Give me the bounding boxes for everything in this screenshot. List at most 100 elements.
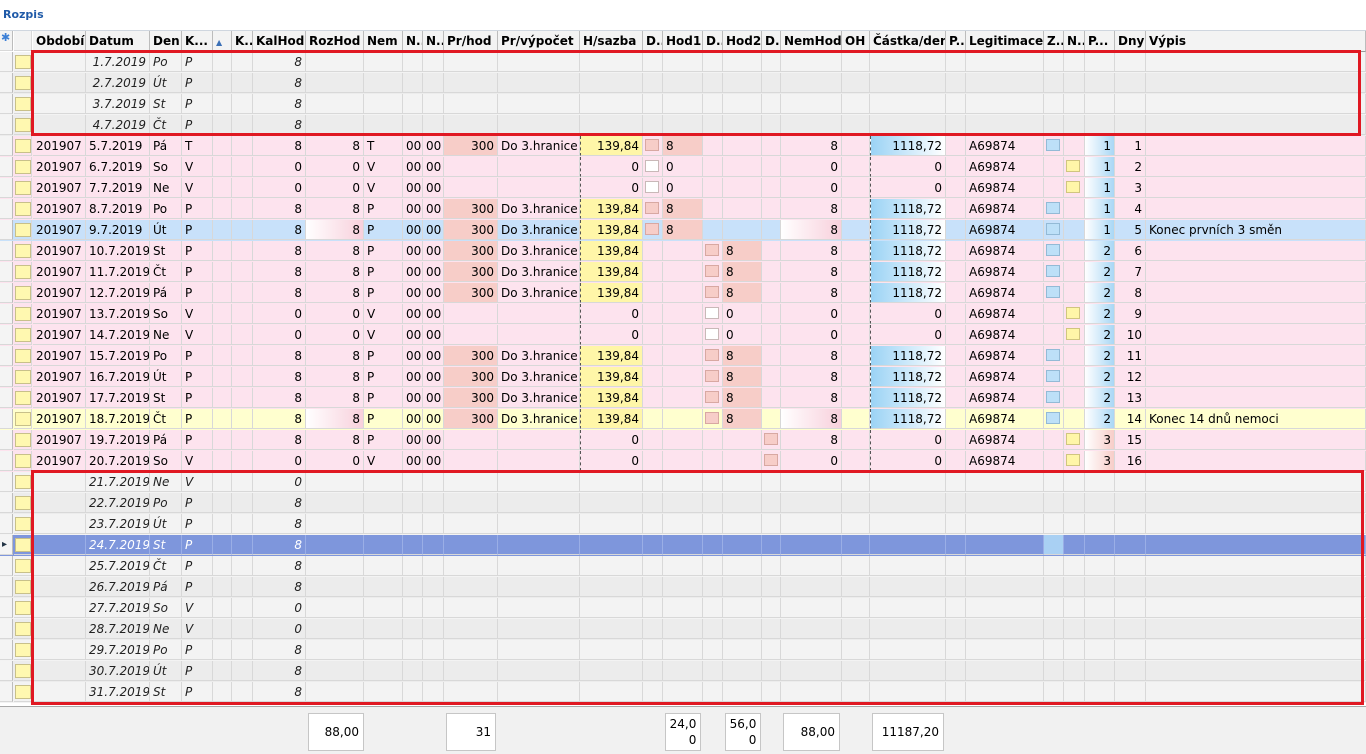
cell-hsazba[interactable]: 139,84 <box>580 241 643 261</box>
row-checkbox[interactable] <box>14 409 32 429</box>
cell-den[interactable]: Po <box>150 493 182 513</box>
cell-z[interactable] <box>1044 220 1064 240</box>
cell-n3[interactable] <box>1064 451 1085 471</box>
cell-legitimace[interactable]: A69874 <box>966 241 1044 261</box>
cell-empty-26[interactable] <box>1085 619 1115 639</box>
column-header-16[interactable]: D.. <box>703 31 723 52</box>
cell-empty-18[interactable] <box>762 52 781 72</box>
cell-nemhod[interactable]: 8 <box>781 346 842 366</box>
cell-empty-11[interactable] <box>444 73 498 93</box>
cell-nem[interactable]: P <box>364 283 403 303</box>
cell-hod2[interactable] <box>723 136 762 156</box>
cell-hsazba[interactable]: 0 <box>580 157 643 177</box>
cell-empty-5[interactable] <box>232 94 253 114</box>
table-row[interactable]: 4.7.2019 Čt P 8 <box>0 115 1366 136</box>
cell-n3[interactable] <box>1064 199 1085 219</box>
cell-empty-12[interactable] <box>498 556 580 576</box>
cell-empty-15[interactable] <box>663 94 703 114</box>
cell-d1[interactable] <box>643 451 663 471</box>
cell-datum[interactable]: 18.7.2019 <box>86 409 150 429</box>
cell-castka[interactable]: 0 <box>870 304 946 324</box>
row-selector[interactable] <box>0 325 13 345</box>
cell-oh[interactable] <box>842 451 870 471</box>
cell-empty-17[interactable] <box>723 661 762 681</box>
cell-empty-8[interactable] <box>364 115 403 135</box>
table-row[interactable]: 23.7.2019 Út P 8 <box>0 514 1366 535</box>
cell-empty-13[interactable] <box>580 73 643 93</box>
cell-hsazba[interactable]: 139,84 <box>580 388 643 408</box>
cell-prhod[interactable]: 300 <box>444 262 498 282</box>
cell-den[interactable]: Po <box>150 640 182 660</box>
table-row[interactable]: 30.7.2019 Út P 8 <box>0 661 1366 682</box>
cell-perioda[interactable]: 1 <box>1085 157 1115 177</box>
cell-kalhod[interactable]: 8 <box>253 640 306 660</box>
cell-datum[interactable]: 25.7.2019 <box>86 556 150 576</box>
row-selector[interactable] <box>0 514 13 534</box>
cell-perioda[interactable]: 2 <box>1085 283 1115 303</box>
cell-den[interactable]: Út <box>150 73 182 93</box>
cell-empty-7[interactable] <box>306 514 364 534</box>
column-header-24[interactable]: Z.. <box>1044 31 1064 52</box>
cell-empty-18[interactable] <box>762 682 781 702</box>
cell-empty-12[interactable] <box>498 514 580 534</box>
cell-den[interactable]: Čt <box>150 262 182 282</box>
cell-d2[interactable] <box>703 346 723 366</box>
cell-datum[interactable]: 16.7.2019 <box>86 367 150 387</box>
cell-empty-27[interactable] <box>1115 682 1146 702</box>
cell-empty-23[interactable] <box>966 73 1044 93</box>
cell-empty-5[interactable] <box>232 598 253 618</box>
cell-empty-4[interactable] <box>213 367 232 387</box>
cell-d3[interactable] <box>762 430 781 450</box>
cell-empty-15[interactable] <box>663 661 703 681</box>
cell-empty-7[interactable] <box>306 493 364 513</box>
cell-n1[interactable]: 00 <box>403 430 423 450</box>
cell-obdobi[interactable]: 201907 <box>33 346 86 366</box>
cell-prhod[interactable]: 300 <box>444 283 498 303</box>
row-checkbox[interactable] <box>14 640 32 660</box>
cell-nemhod[interactable]: 8 <box>781 409 842 429</box>
cell-empty-15[interactable] <box>663 535 703 555</box>
cell-z[interactable] <box>1044 199 1064 219</box>
cell-datum[interactable]: 20.7.2019 <box>86 451 150 471</box>
cell-oh[interactable] <box>842 241 870 261</box>
cell-kalhod[interactable]: 8 <box>253 577 306 597</box>
cell-empty-20[interactable] <box>842 535 870 555</box>
cell-legitimace[interactable]: A69874 <box>966 199 1044 219</box>
cell-empty-10[interactable] <box>423 514 444 534</box>
cell-p[interactable] <box>946 136 966 156</box>
cell-k[interactable]: P <box>182 220 213 240</box>
cell-empty-24[interactable] <box>1044 94 1064 114</box>
cell-k[interactable]: P <box>182 94 213 114</box>
cell-empty-17[interactable] <box>723 472 762 492</box>
cell-empty-10[interactable] <box>423 535 444 555</box>
cell-empty-4[interactable] <box>213 556 232 576</box>
cell-empty-28[interactable] <box>1146 535 1366 555</box>
cell-empty-14[interactable] <box>643 661 663 681</box>
cell-empty-18[interactable] <box>762 472 781 492</box>
cell-obdobi[interactable]: 201907 <box>33 409 86 429</box>
cell-dny[interactable]: 6 <box>1115 241 1146 261</box>
cell-empty-5[interactable] <box>232 577 253 597</box>
cell-n2[interactable]: 00 <box>423 388 444 408</box>
row-selector[interactable] <box>0 136 13 156</box>
cell-empty-16[interactable] <box>703 472 723 492</box>
cell-empty-15[interactable] <box>663 682 703 702</box>
cell-empty-12[interactable] <box>498 661 580 681</box>
cell-d3[interactable] <box>762 304 781 324</box>
cell-empty-19[interactable] <box>781 472 842 492</box>
row-selector[interactable] <box>0 682 13 702</box>
cell-empty-23[interactable] <box>966 493 1044 513</box>
cell-empty-25[interactable] <box>1064 640 1085 660</box>
cell-n1[interactable]: 00 <box>403 178 423 198</box>
cell-empty-20[interactable] <box>842 577 870 597</box>
cell-dny[interactable]: 8 <box>1115 283 1146 303</box>
cell-empty-12[interactable] <box>498 577 580 597</box>
cell-empty-26[interactable] <box>1085 493 1115 513</box>
column-header-2[interactable]: Den <box>150 31 182 52</box>
cell-datum[interactable]: 12.7.2019 <box>86 283 150 303</box>
cell-n2[interactable]: 00 <box>423 220 444 240</box>
cell-empty-25[interactable] <box>1064 52 1085 72</box>
cell-empty-23[interactable] <box>966 682 1044 702</box>
cell-empty-20[interactable] <box>842 619 870 639</box>
cell-kalhod[interactable]: 8 <box>253 682 306 702</box>
